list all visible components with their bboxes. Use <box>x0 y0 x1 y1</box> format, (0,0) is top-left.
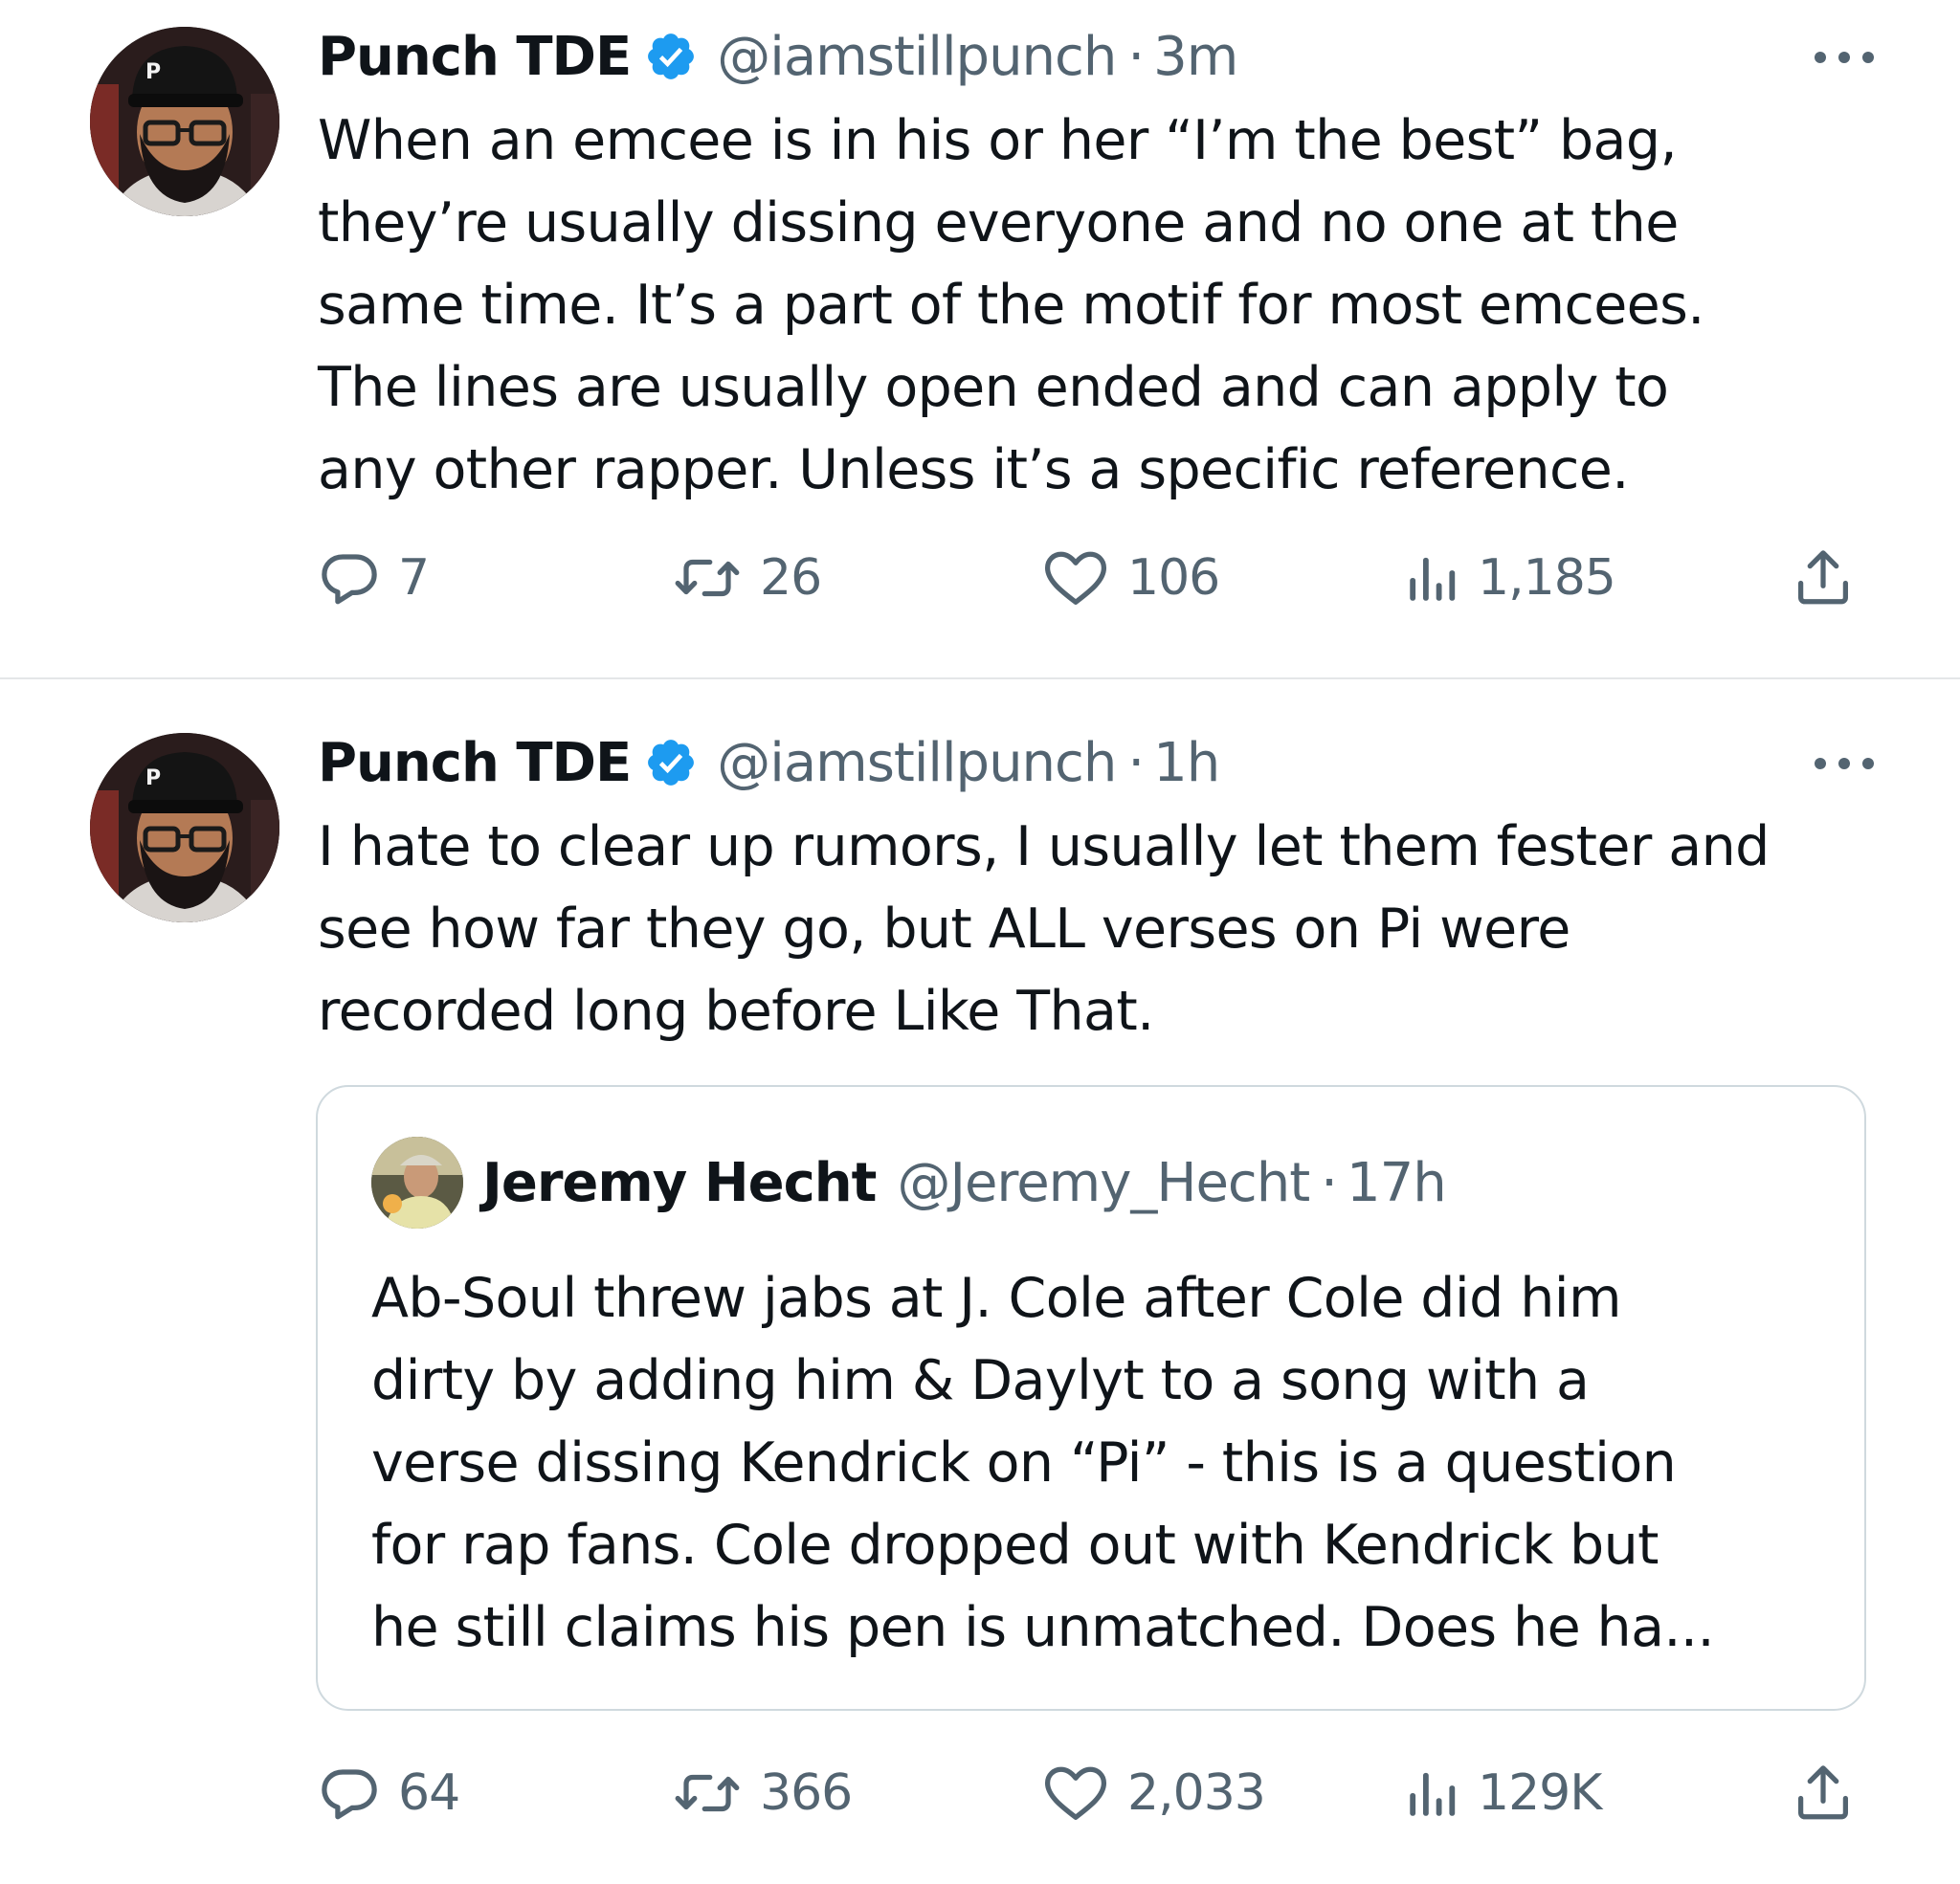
tweet[interactable]: P Punch TDE @iamstillpunch · 1h I hate t… <box>0 681 1960 1884</box>
quoted-text-line: he still claims his pen is unmatched. Do… <box>371 1596 1715 1659</box>
quoted-text-line: verse dissing Kendrick on “Pi” - this is… <box>371 1431 1677 1495</box>
separator-dot: · <box>1321 1151 1338 1214</box>
tweet-timestamp[interactable]: 3m <box>1153 26 1238 88</box>
quoted-tweet-card[interactable]: Jeremy Hecht @Jeremy_Hecht · 17h Ab-Soul… <box>316 1085 1866 1711</box>
like-button[interactable]: 106 <box>1041 540 1220 616</box>
reply-icon <box>322 554 377 605</box>
tweet-text-line: any other rapper. Unless it’s a specific… <box>318 438 1629 501</box>
author-handle[interactable]: @iamstillpunch <box>717 26 1117 88</box>
author-name[interactable]: Punch TDE <box>318 732 632 794</box>
share-icon <box>1798 550 1848 605</box>
views-button[interactable]: 129K <box>1405 1755 1602 1831</box>
share-icon <box>1798 1765 1848 1820</box>
reply-button[interactable]: 64 <box>318 1755 460 1831</box>
reply-button[interactable]: 7 <box>318 540 430 616</box>
tweet-text: When an emcee is in his or her “I’m the … <box>318 100 1926 511</box>
tweet-header: Punch TDE @iamstillpunch · 3m <box>318 25 1238 88</box>
separator-dot: · <box>1127 731 1145 794</box>
tweet-actions: 7 26 106 1,185 <box>318 540 1897 616</box>
tweet-text-line: When an emcee is in his or her “I’m the … <box>318 109 1678 172</box>
separator-dot: · <box>1127 25 1145 88</box>
views-bar-chart-icon <box>1410 557 1456 601</box>
tweet-text-line: see how far they go, but ALL verses on P… <box>318 898 1570 961</box>
like-count: 106 <box>1127 549 1220 607</box>
retweet-count: 366 <box>760 1764 853 1822</box>
verified-badge-icon <box>648 33 695 79</box>
retweet-icon <box>675 559 740 597</box>
retweet-count: 26 <box>760 549 822 607</box>
quoted-author-name[interactable]: Jeremy Hecht <box>482 1152 877 1214</box>
quoted-text-line: dirty by adding him & Daylyt to a song w… <box>371 1349 1590 1412</box>
author-name[interactable]: Punch TDE <box>318 26 632 88</box>
quoted-author-avatar[interactable] <box>371 1137 463 1229</box>
reply-icon <box>322 1769 377 1820</box>
views-bar-chart-icon <box>1410 1772 1456 1816</box>
tweet-text-line: they’re usually dissing everyone and no … <box>318 191 1679 255</box>
more-options-icon[interactable] <box>1813 754 1876 773</box>
retweet-button[interactable]: 366 <box>672 1755 853 1831</box>
quoted-author-handle[interactable]: @Jeremy_Hecht <box>897 1152 1310 1214</box>
quoted-tweet-timestamp[interactable]: 17h <box>1347 1152 1447 1214</box>
svg-text:P: P <box>145 60 161 84</box>
quoted-tweet-header: Jeremy Hecht @Jeremy_Hecht · 17h <box>371 1137 1447 1229</box>
author-avatar[interactable]: P <box>90 733 279 922</box>
tweet-text-line: I hate to clear up rumors, I usually let… <box>318 815 1770 878</box>
more-options-icon[interactable] <box>1813 48 1876 67</box>
verified-badge-icon <box>648 740 695 786</box>
tweet-divider <box>0 677 1960 679</box>
quoted-text-line: Ab-Soul threw jabs at J. Cole after Cole… <box>371 1267 1622 1330</box>
tweet-text-line: recorded long before Like That. <box>318 980 1154 1043</box>
like-count: 2,033 <box>1127 1764 1266 1822</box>
share-button[interactable] <box>1792 1755 1855 1831</box>
tweet-actions: 64 366 2,033 129K <box>318 1755 1897 1831</box>
author-handle[interactable]: @iamstillpunch <box>717 732 1117 794</box>
retweet-button[interactable]: 26 <box>672 540 822 616</box>
heart-icon <box>1044 551 1107 605</box>
tweet-text: I hate to clear up rumors, I usually let… <box>318 806 1926 1053</box>
reply-count: 7 <box>398 549 430 607</box>
quoted-text-line: for rap fans. Cole dropped out with Kend… <box>371 1514 1659 1577</box>
tweet-header: Punch TDE @iamstillpunch · 1h <box>318 731 1220 794</box>
views-button[interactable]: 1,185 <box>1405 540 1616 616</box>
retweet-icon <box>675 1774 740 1812</box>
author-avatar[interactable]: P <box>90 27 279 216</box>
like-button[interactable]: 2,033 <box>1041 1755 1266 1831</box>
reply-count: 64 <box>398 1764 460 1822</box>
svg-text:P: P <box>145 766 161 790</box>
quoted-tweet-text: Ab-Soul threw jabs at J. Cole after Cole… <box>371 1257 1845 1669</box>
tweet-text-line: The lines are usually open ended and can… <box>318 356 1669 419</box>
views-count: 129K <box>1478 1764 1602 1822</box>
heart-icon <box>1044 1766 1107 1820</box>
share-button[interactable] <box>1792 540 1855 616</box>
tweet-text-line: same time. It’s a part of the motif for … <box>318 274 1704 337</box>
tweet[interactable]: P Punch TDE @iamstillpunch · 3m When an … <box>0 0 1960 677</box>
views-count: 1,185 <box>1478 549 1616 607</box>
tweet-timestamp[interactable]: 1h <box>1153 732 1220 794</box>
